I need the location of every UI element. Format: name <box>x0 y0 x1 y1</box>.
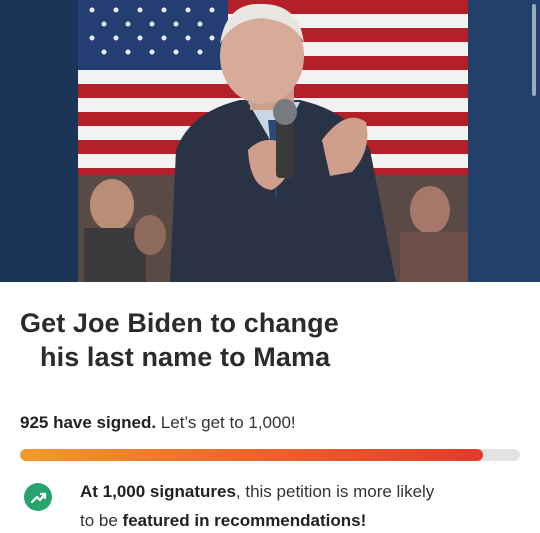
signature-status: 925 have signed. Let’s get to 1,000! <box>20 412 296 434</box>
petition-title-line1: Get Joe Biden to change <box>20 308 339 338</box>
signature-count: 925 have signed. <box>20 413 157 432</box>
featured-prefix: to be <box>80 511 123 530</box>
recommendation-info: At 1,000 signatures, this petition is mo… <box>80 477 520 533</box>
signature-progress-fill <box>20 449 483 461</box>
petition-title-line2: his last name to Mama <box>40 342 331 372</box>
hero-photo <box>0 0 540 282</box>
petition-title: Get Joe Biden to change his last name to… <box>20 306 510 374</box>
trending-up-icon <box>24 483 52 511</box>
petition-hero-image <box>0 0 540 282</box>
milestone-label: At 1,000 signatures <box>80 482 236 501</box>
recommendation-info-line2: to be featured in recommendations! <box>80 506 520 533</box>
signature-progress-bar <box>20 449 520 461</box>
recommendation-info-line1: At 1,000 signatures, this petition is mo… <box>80 477 520 506</box>
signature-goal: Let’s get to 1,000! <box>156 413 296 432</box>
milestone-text: , this petition is more likely <box>235 482 435 501</box>
scrollbar-thumb[interactable] <box>532 4 536 96</box>
petition-screen: Get Joe Biden to change his last name to… <box>0 0 540 533</box>
featured-label: featured in recommendations! <box>122 511 367 530</box>
